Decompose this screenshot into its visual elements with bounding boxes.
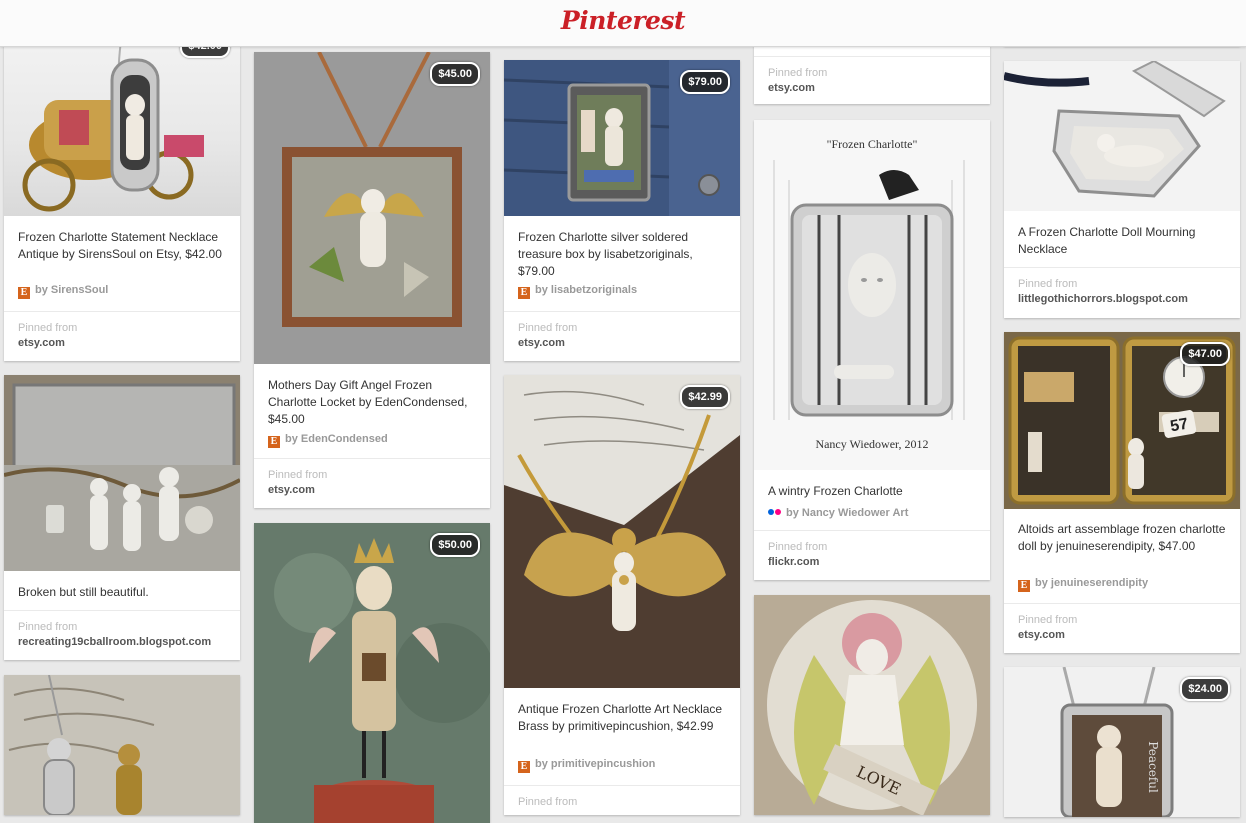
pinned-from-label: Pinned from [18,621,78,633]
pinned-from-domain[interactable]: etsy.com [518,337,565,349]
etsy-icon: E [268,436,280,448]
pinned-from-domain[interactable]: etsy.com [268,484,315,496]
pin-image[interactable]: $45.00 [254,52,490,364]
pinned-from-label: Pinned from [268,469,328,481]
pin-image[interactable]: $42.99 [504,375,740,688]
pinned-from-label: Pinned from [768,541,828,553]
flickr-icon [768,506,782,518]
pin-footer[interactable]: Pinned from etsy.com [4,311,240,361]
pinned-from-label: Pinned from [1018,614,1078,626]
pin-footer[interactable]: Pinned from recreating19cballroom.blogsp… [4,610,240,660]
pinned-from-domain[interactable]: flickr.com [768,556,819,568]
etsy-icon: E [518,287,530,299]
pinned-from-label: Pinned from [768,67,828,79]
pin-description: Broken but still beautiful. [18,585,149,599]
price-badge: $45.00 [430,62,480,86]
price-badge: $24.00 [1180,677,1230,701]
pin-footer[interactable]: Pinned from etsy.com [254,458,490,508]
pin-card-love-angel[interactable]: LOVE [754,595,990,815]
pin-footer[interactable]: Pinned from etsy.com [754,56,990,104]
pin-image[interactable]: "Frozen Charlotte" Nancy Wiedower, 2012 [754,120,990,470]
top-bar: Pinterest [0,0,1246,47]
pin-footer[interactable]: Pinned from etsy.com [504,311,740,361]
love-angel-image: LOVE [754,595,990,815]
pin-via-user[interactable]: by jenuineserendipity [1035,577,1148,589]
pinned-from-label: Pinned from [518,796,578,808]
wintry-painting-image: "Frozen Charlotte" Nancy Wiedower, 2012 [754,120,990,470]
pin-card-peaceful[interactable]: Peaceful $24.00 [1004,667,1240,817]
pin-description: A wintry Frozen Charlotte [768,484,903,498]
pin-card-eden[interactable]: $45.00 Mothers Day Gift Angel Frozen Cha… [254,52,490,508]
pin-image[interactable] [4,675,240,815]
coffin-necklace-image [1004,61,1240,211]
pin-via-user[interactable]: by EdenCondensed [285,433,388,445]
pin-attribution[interactable]: Eby jenuineserendipity [1018,577,1148,592]
pin-card-primitive[interactable]: $42.99 Antique Frozen Charlotte Art Neck… [504,375,740,815]
pinned-from-domain[interactable]: etsy.com [768,82,815,94]
pin-footer[interactable]: Pinned from littlegothichorrors.blogspot… [1004,267,1240,318]
price-badge: $50.00 [430,533,480,557]
pin-description: Frozen Charlotte Statement Necklace Anti… [18,230,222,261]
pin-image[interactable]: $50.00 [254,523,490,823]
pin-image[interactable] [1004,61,1240,211]
pin-card-doll-joy[interactable]: $50.00 [254,523,490,823]
etsy-icon: E [18,287,30,299]
pin-footer[interactable]: Pinned from flickr.com [754,530,990,580]
pin-image[interactable] [4,375,240,571]
pin-description: A Frozen Charlotte Doll Mourning Necklac… [1018,225,1196,256]
price-badge: $79.00 [680,70,730,94]
pin-attribution[interactable]: Eby primitivepincushion [518,758,655,773]
pin-image[interactable]: $42.00 [4,20,240,216]
pin-via-user[interactable]: by SirensSoul [35,284,108,296]
art-peaceful-text: Peaceful [1146,741,1160,793]
pin-description: Altoids art assemblage frozen charlotte … [1018,522,1226,553]
pin-via-user[interactable]: by primitivepincushion [535,758,655,770]
pin-card-charms[interactable] [4,675,240,815]
pin-image[interactable]: 57 $47.00 [1004,332,1240,509]
art-title: "Frozen Charlotte" [827,137,918,151]
pin-attribution[interactable]: Eby SirensSoul [18,284,108,299]
pin-attribution[interactable]: Eby EdenCondensed [268,433,388,448]
pin-image[interactable]: Peaceful $24.00 [1004,667,1240,817]
pin-card-mourning[interactable]: A Frozen Charlotte Doll Mourning Necklac… [1004,61,1240,318]
pin-attribution[interactable]: Eby lisabetzoriginals [518,284,637,299]
pin-card-wintry[interactable]: "Frozen Charlotte" Nancy Wiedower, 2012 … [754,120,990,580]
pin-card-broken[interactable]: Broken but still beautiful. Pinned from … [4,375,240,660]
pinned-from-domain[interactable]: recreating19cballroom.blogspot.com [18,636,211,648]
pin-card-altoids[interactable]: 57 $47.00 Altoids art assemblage frozen … [1004,332,1240,653]
pin-attribution[interactable]: by Nancy Wiedower Art [768,506,908,519]
etsy-icon: E [518,761,530,773]
pin-description: Mothers Day Gift Angel Frozen Charlotte … [268,378,468,426]
pinned-from-domain[interactable]: etsy.com [18,337,65,349]
price-badge: $47.00 [1180,342,1230,366]
etsy-icon: E [1018,580,1030,592]
pin-description: Antique Frozen Charlotte Art Necklace Br… [518,702,723,733]
pinned-from-domain[interactable]: littlegothichorrors.blogspot.com [1018,293,1188,305]
price-badge: $42.99 [680,385,730,409]
pinned-from-domain[interactable]: etsy.com [1018,629,1065,641]
pin-image[interactable]: LOVE [754,595,990,815]
pin-via-user[interactable]: by lisabetzoriginals [535,284,637,296]
pin-image[interactable]: $79.00 [504,60,740,216]
pin-footer[interactable]: Pinned from etsy.com [1004,603,1240,653]
pinterest-logo[interactable]: Pinterest [0,6,1246,35]
pinned-from-label: Pinned from [518,322,578,334]
brass-necklace-image [504,375,740,688]
tin-dolls-image [4,375,240,571]
pin-card-sirenssoul[interactable]: $42.00 Frozen Charlotte Statement Neckla… [4,20,240,361]
doll-sculpture-image [254,523,490,823]
angel-locket-image [254,52,490,364]
pinned-from-label: Pinned from [1018,278,1078,290]
pin-footer[interactable]: Pinned from [504,785,740,815]
pin-via-user[interactable]: by Nancy Wiedower Art [786,507,908,519]
pinned-from-label: Pinned from [18,322,78,334]
pin-description: Frozen Charlotte silver soldered treasur… [518,230,693,278]
charms-on-letter-image [4,675,240,815]
art-number: 57 [1169,416,1190,436]
pin-card-lisabetz[interactable]: $79.00 Frozen Charlotte silver soldered … [504,60,740,361]
art-signature: Nancy Wiedower, 2012 [815,437,928,451]
